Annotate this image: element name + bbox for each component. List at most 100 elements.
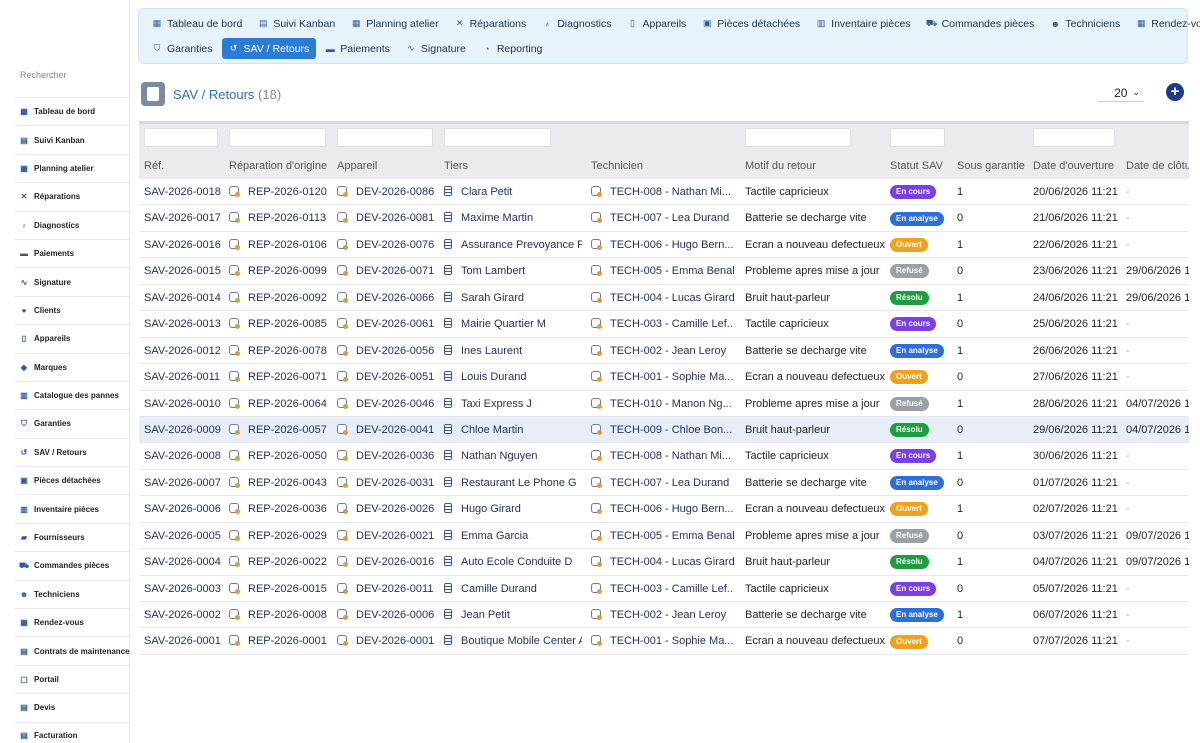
tiers-link[interactable]: Assurance Prevoyance P [461,239,582,251]
reparation-link[interactable]: REP-2026-0057 [248,424,327,436]
technicien-cell[interactable]: TECH-002 - Jean Leroy [591,338,734,364]
nav-tab[interactable]: ↺ SAV / Retours [221,38,317,59]
tiers-cell[interactable]: Hugo Girard [444,496,582,522]
technicien-cell[interactable]: TECH-004 - Lucas Girard [591,285,734,311]
appareil-cell[interactable]: DEV-2026-0016 [337,549,434,575]
tiers-cell[interactable]: Assurance Prevoyance P [444,232,582,258]
sidebar-item[interactable]: ▤ Contrats de maintenance [14,636,130,664]
nav-tab[interactable]: ▥ Inventaire pièces [809,13,917,34]
column-header-sous-garantie[interactable]: Sous garantie [957,160,1025,172]
reparation-link[interactable]: REP-2026-0078 [248,345,327,357]
reparation-cell[interactable]: REP-2026-0071 [229,364,327,390]
sidebar-item[interactable]: ▦ Tableau de bord [14,97,130,125]
appareil-cell[interactable]: DEV-2026-0001 [337,628,434,654]
reparation-cell[interactable]: REP-2026-0008 [229,602,327,628]
sidebar-item[interactable]: ◆ Marques [14,352,130,381]
sidebar-search-input[interactable]: Rechercher [20,70,124,80]
sidebar-item[interactable]: ▤ Facturation [14,721,130,743]
technicien-cell[interactable]: TECH-004 - Lucas Girard [591,549,734,575]
column-header-date-cloture[interactable]: Date de clôture [1126,160,1189,172]
appareil-cell[interactable]: DEV-2026-0081 [337,205,434,231]
appareil-link[interactable]: DEV-2026-0021 [356,530,434,542]
technicien-link[interactable]: TECH-004 - Lucas Girard [610,556,734,568]
ref-link[interactable]: SAV-2026-0006 [144,496,221,522]
appareil-cell[interactable]: DEV-2026-0021 [337,523,434,549]
sidebar-item[interactable]: ∿ Signature [14,267,130,295]
appareil-cell[interactable]: DEV-2026-0011 [337,576,433,602]
column-header-technicien[interactable]: Technicien [591,160,643,172]
ref-link[interactable]: SAV-2026-0014 [144,285,221,311]
per-page-select[interactable]: 20 ⌄ [1098,84,1144,102]
tiers-cell[interactable]: Jean Petit [444,602,582,628]
reparation-cell[interactable]: REP-2026-0113 [229,205,326,231]
table-row[interactable]: SAV-2026-0006 REP-2026-0036 DEV-2026-0026 H… [139,496,1189,523]
tiers-cell[interactable]: Tom Lambert [444,258,582,284]
reparation-cell[interactable]: REP-2026-0001 [229,628,327,654]
filter-tiers-input[interactable] [444,128,551,147]
table-row[interactable]: SAV-2026-0017 REP-2026-0113 DEV-2026-0081 M… [139,205,1189,232]
reparation-link[interactable]: REP-2026-0085 [248,318,327,330]
nav-tab[interactable]: ▦ Planning atelier [344,13,445,34]
appareil-cell[interactable]: DEV-2026-0031 [337,470,434,496]
reparation-cell[interactable]: REP-2026-0092 [229,285,327,311]
appareil-link[interactable]: DEV-2026-0076 [356,239,434,251]
appareil-link[interactable]: DEV-2026-0066 [356,292,434,304]
technicien-link[interactable]: TECH-008 - Nathan Mi... [610,186,731,198]
technicien-cell[interactable]: TECH-005 - Emma Benali [591,523,734,549]
tiers-link[interactable]: Restaurant Le Phone G [461,477,577,489]
ref-link[interactable]: SAV-2026-0004 [144,549,221,575]
technicien-cell[interactable]: TECH-009 - Chloe Bon... [591,417,734,443]
appareil-link[interactable]: DEV-2026-0081 [356,212,434,224]
sidebar-item[interactable]: ▰ Fournisseurs [14,522,130,551]
ref-link[interactable]: SAV-2026-0008 [144,443,221,469]
nav-tab[interactable]: ▦ Tableau de bord [145,13,249,34]
sidebar-item[interactable]: ▯ Appareils [14,324,130,352]
technicien-link[interactable]: TECH-006 - Hugo Bern... [610,503,734,515]
tiers-cell[interactable]: Sarah Girard [444,285,582,311]
tiers-link[interactable]: Emma Garcia [461,530,528,542]
appareil-link[interactable]: DEV-2026-0071 [356,265,434,277]
reparation-cell[interactable]: REP-2026-0057 [229,417,327,443]
table-row[interactable]: SAV-2026-0010 REP-2026-0064 DEV-2026-0046 T… [139,391,1189,417]
appareil-cell[interactable]: DEV-2026-0086 [337,179,434,205]
sidebar-item[interactable]: ▢ Portail [14,664,130,693]
technicien-link[interactable]: TECH-002 - Jean Leroy [610,345,726,357]
technicien-cell[interactable]: TECH-001 - Sophie Ma... [591,364,734,390]
nav-tab[interactable]: ✕ Réparations [448,13,534,34]
nav-tab[interactable]: ▯ Appareils [621,13,694,34]
sidebar-item[interactable]: ▣ Pièces détachées [14,466,130,494]
tiers-cell[interactable]: Chloe Martin [444,417,582,443]
column-header-reparation[interactable]: Réparation d'origine [229,160,327,172]
technicien-cell[interactable]: TECH-005 - Emma Benali [591,258,734,284]
technicien-link[interactable]: TECH-004 - Lucas Girard [610,292,734,304]
appareil-cell[interactable]: DEV-2026-0036 [337,443,434,469]
sidebar-item[interactable]: ♁ Diagnostics [14,210,130,239]
technicien-link[interactable]: TECH-010 - Manon Ng... [610,398,732,410]
tiers-link[interactable]: Jean Petit [461,609,510,621]
table-row[interactable]: SAV-2026-0012 REP-2026-0078 DEV-2026-0056 I… [139,338,1189,365]
technicien-cell[interactable]: TECH-002 - Jean Leroy [591,602,734,628]
tiers-link[interactable]: Sarah Girard [461,292,524,304]
sidebar-item[interactable]: ▤ Suivi Kanban [14,125,130,153]
tiers-link[interactable]: Hugo Girard [461,503,521,515]
filter-appareil-input[interactable] [337,128,433,147]
tiers-cell[interactable]: Auto Ecole Conduite D [444,549,582,575]
ref-link[interactable]: SAV-2026-0009 [144,417,221,443]
table-row[interactable]: SAV-2026-0005 REP-2026-0029 DEV-2026-0021 E… [139,523,1189,550]
table-row[interactable]: SAV-2026-0018 REP-2026-0120 DEV-2026-0086 C… [139,179,1189,206]
table-row[interactable]: SAV-2026-0002 REP-2026-0008 DEV-2026-0006 J… [139,602,1189,629]
appareil-link[interactable]: DEV-2026-0051 [356,371,434,383]
reparation-link[interactable]: REP-2026-0071 [248,371,327,383]
table-row[interactable]: SAV-2026-0011 REP-2026-0071 DEV-2026-0051 L… [139,364,1189,391]
technicien-cell[interactable]: TECH-001 - Sophie Ma... [591,628,734,654]
column-header-date-ouverture[interactable]: Date d'ouverture [1033,160,1114,172]
reparation-cell[interactable]: REP-2026-0120 [229,179,327,205]
appareil-cell[interactable]: DEV-2026-0056 [337,338,434,364]
filter-date-ouverture-input[interactable] [1033,128,1115,147]
tiers-link[interactable]: Ines Laurent [461,345,522,357]
ref-link[interactable]: SAV-2026-0003 [144,576,221,602]
technicien-cell[interactable]: TECH-007 - Lea Durand [591,205,734,231]
ref-link[interactable]: SAV-2026-0013 [144,311,221,337]
technicien-cell[interactable]: TECH-006 - Hugo Bern... [591,232,734,258]
technicien-cell[interactable]: TECH-003 - Camille Lef... [591,311,734,337]
